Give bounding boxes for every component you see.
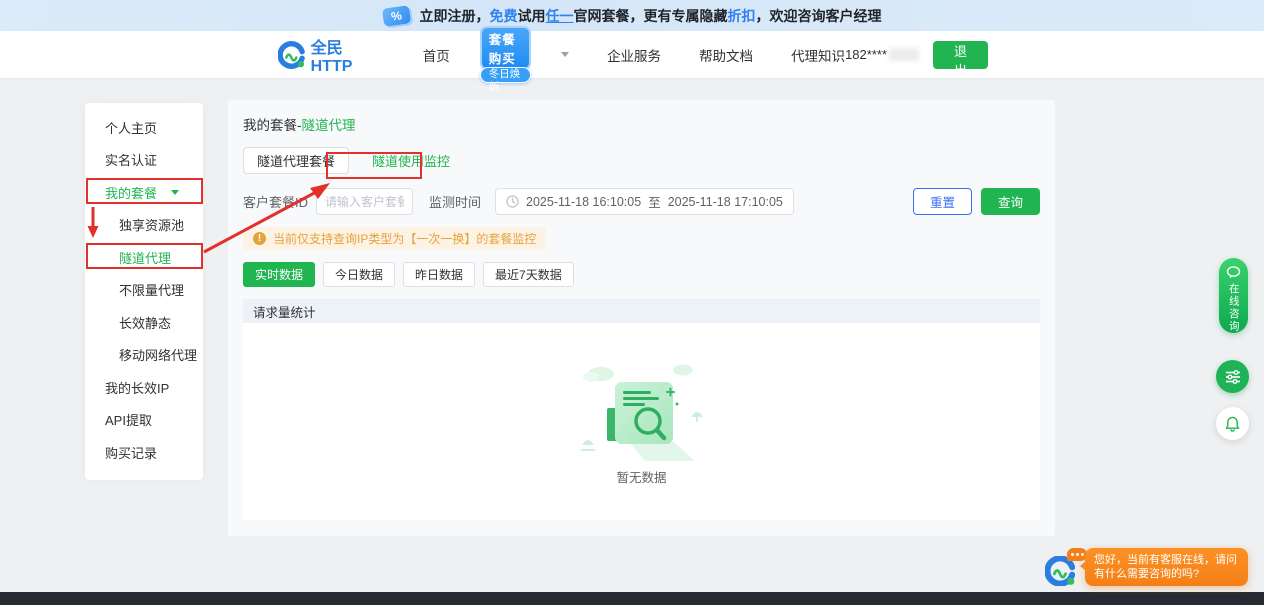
filter-sliders-icon (1225, 370, 1241, 384)
package-id-label: 客户套餐ID (243, 192, 308, 211)
empty-data-illustration-icon (567, 358, 717, 463)
sidebar-item-long-term-static[interactable]: 长效静态 (85, 306, 203, 339)
empty-data-text: 暂无数据 (616, 467, 666, 486)
footer-bar (0, 592, 1264, 605)
sidebar-item-api-extract[interactable]: API提取 (85, 404, 203, 437)
customer-service-avatar[interactable] (1045, 556, 1075, 591)
sidebar-item-purchase-records[interactable]: 购买记录 (85, 436, 203, 469)
package-buy-badge: 套餐购买 (480, 26, 531, 70)
tab-tunnel-proxy-packages[interactable]: 隧道代理套餐 (243, 147, 349, 174)
navbar: 全民HTTP 首页 套餐购买 冬日焕新 企业服务 帮助文档 代理知识 182**… (0, 31, 1264, 78)
banner-segment-highlight: 折扣 (728, 8, 756, 24)
sidebar-item-exclusive-pool[interactable]: 独享资源池 (85, 209, 203, 242)
query-button[interactable]: 查询 (981, 188, 1040, 215)
range-tab-yesterday[interactable]: 昨日数据 (403, 262, 475, 287)
breadcrumb-prefix: 我的套餐- (243, 118, 302, 133)
banner-text: 立即注册，免费试用任一官网套餐，更有专属隐藏折扣，欢迎咨询客户经理 (420, 6, 882, 26)
tab-tunnel-usage-monitor[interactable]: 隧道使用监控 (359, 147, 463, 174)
section-title: 请求量统计 (243, 299, 1040, 323)
filter-actions: 重置 查询 (913, 188, 1040, 215)
nav-item-proxy-knowledge[interactable]: 代理知识 (791, 45, 845, 65)
chart-empty-state: 暂无数据 (243, 323, 1040, 520)
sidebar-item-mobile-network-proxy[interactable]: 移动网络代理 (85, 339, 203, 372)
notice-bar: ! 当前仅支持查询IP类型为【一次一换】的套餐监控 (243, 227, 546, 250)
sidebar: 个人主页 实名认证 我的套餐 独享资源池 隧道代理 不限量代理 长效静态 移动网… (85, 103, 203, 480)
clock-icon (506, 195, 519, 208)
monitor-time-label: 监测时间 (429, 192, 481, 211)
range-tab-today[interactable]: 今日数据 (323, 262, 395, 287)
online-consult-label: 在线咨询 (1228, 283, 1239, 333)
reset-button[interactable]: 重置 (913, 188, 972, 215)
nav-item-home[interactable]: 首页 (423, 45, 450, 65)
notice-text: 当前仅支持查询IP类型为【一次一换】的套餐监控 (273, 230, 536, 247)
quick-settings-button[interactable] (1216, 360, 1249, 393)
date-range-separator: 至 (648, 192, 661, 211)
logout-button[interactable]: 退出 (933, 41, 988, 69)
info-icon: ! (253, 232, 266, 245)
notifications-button[interactable] (1216, 407, 1249, 440)
online-consult-button[interactable]: 在线咨询 (1219, 258, 1248, 333)
banner-segment-link[interactable]: 任一 (546, 8, 574, 24)
banner-segment-highlight: 免费 (490, 8, 518, 24)
logo-text: 全民HTTP (311, 34, 381, 76)
request-stats-section: 请求量统计 (243, 299, 1040, 520)
nav-user-area: 182**** 退出 (845, 41, 988, 69)
nav-item-help-docs[interactable]: 帮助文档 (699, 45, 753, 65)
chat-bubble-icon (1226, 266, 1241, 279)
breadcrumb: 我的套餐-隧道代理 (243, 114, 1040, 134)
breadcrumb-current: 隧道代理 (302, 118, 356, 133)
logo[interactable]: 全民HTTP (278, 34, 381, 76)
banner-segment: 试用 (518, 8, 546, 24)
percent-badge-icon: % (381, 5, 410, 27)
chevron-down-icon[interactable] (561, 52, 569, 57)
customer-service-widget[interactable]: 您好，当前有客服在线，请问有什么需要咨询的吗? (1045, 548, 1248, 591)
filter-row: 客户套餐ID 监测时间 2025-11-18 16:10:05 至 2025-1… (243, 188, 1040, 215)
sidebar-item-label: 我的套餐 (105, 183, 157, 202)
chevron-down-icon (171, 190, 179, 195)
nav-item-package-buy[interactable]: 套餐购买 冬日焕新 (480, 26, 531, 83)
tab-bar: 隧道代理套餐 隧道使用监控 (243, 147, 1040, 174)
banner-segment: ，欢迎咨询客户经理 (756, 8, 882, 24)
typing-dots-icon (1067, 548, 1087, 561)
sidebar-item-real-name-auth[interactable]: 实名认证 (85, 144, 203, 177)
sidebar-item-unlimited-proxy[interactable]: 不限量代理 (85, 274, 203, 307)
date-range-start: 2025-11-18 16:10:05 (526, 195, 641, 209)
user-phone: 182**** (845, 47, 919, 62)
banner-segment: 官网套餐，更有专属隐藏 (574, 8, 728, 24)
sidebar-item-personal-home[interactable]: 个人主页 (85, 111, 203, 144)
nav-links: 首页 套餐购买 冬日焕新 企业服务 帮助文档 代理知识 (423, 26, 845, 83)
data-range-tabs: 实时数据 今日数据 昨日数据 最近7天数据 (243, 262, 1040, 287)
main-content: 我的套餐-隧道代理 隧道代理套餐 隧道使用监控 客户套餐ID 监测时间 2025… (228, 100, 1055, 536)
sidebar-item-my-long-term-ip[interactable]: 我的长效IP (85, 371, 203, 404)
date-range-picker[interactable]: 2025-11-18 16:10:05 至 2025-11-18 17:10:0… (495, 188, 794, 215)
phone-blur-patch (889, 48, 919, 61)
winter-refresh-badge: 冬日焕新 (480, 67, 531, 83)
range-tab-realtime[interactable]: 实时数据 (243, 262, 315, 287)
package-id-input[interactable] (316, 188, 413, 215)
customer-service-message[interactable]: 您好，当前有客服在线，请问有什么需要咨询的吗? (1085, 548, 1248, 586)
nav-item-enterprise[interactable]: 企业服务 (607, 45, 661, 65)
logo-icon (278, 41, 305, 69)
date-range-end: 2025-11-18 17:10:05 (668, 195, 783, 209)
user-phone-masked: 182**** (845, 47, 887, 62)
banner-segment: 立即注册， (420, 8, 490, 24)
range-tab-last7days[interactable]: 最近7天数据 (483, 262, 574, 287)
bell-icon (1225, 416, 1240, 432)
sidebar-item-tunnel-proxy[interactable]: 隧道代理 (85, 241, 203, 274)
sidebar-item-my-packages[interactable]: 我的套餐 (85, 176, 203, 209)
